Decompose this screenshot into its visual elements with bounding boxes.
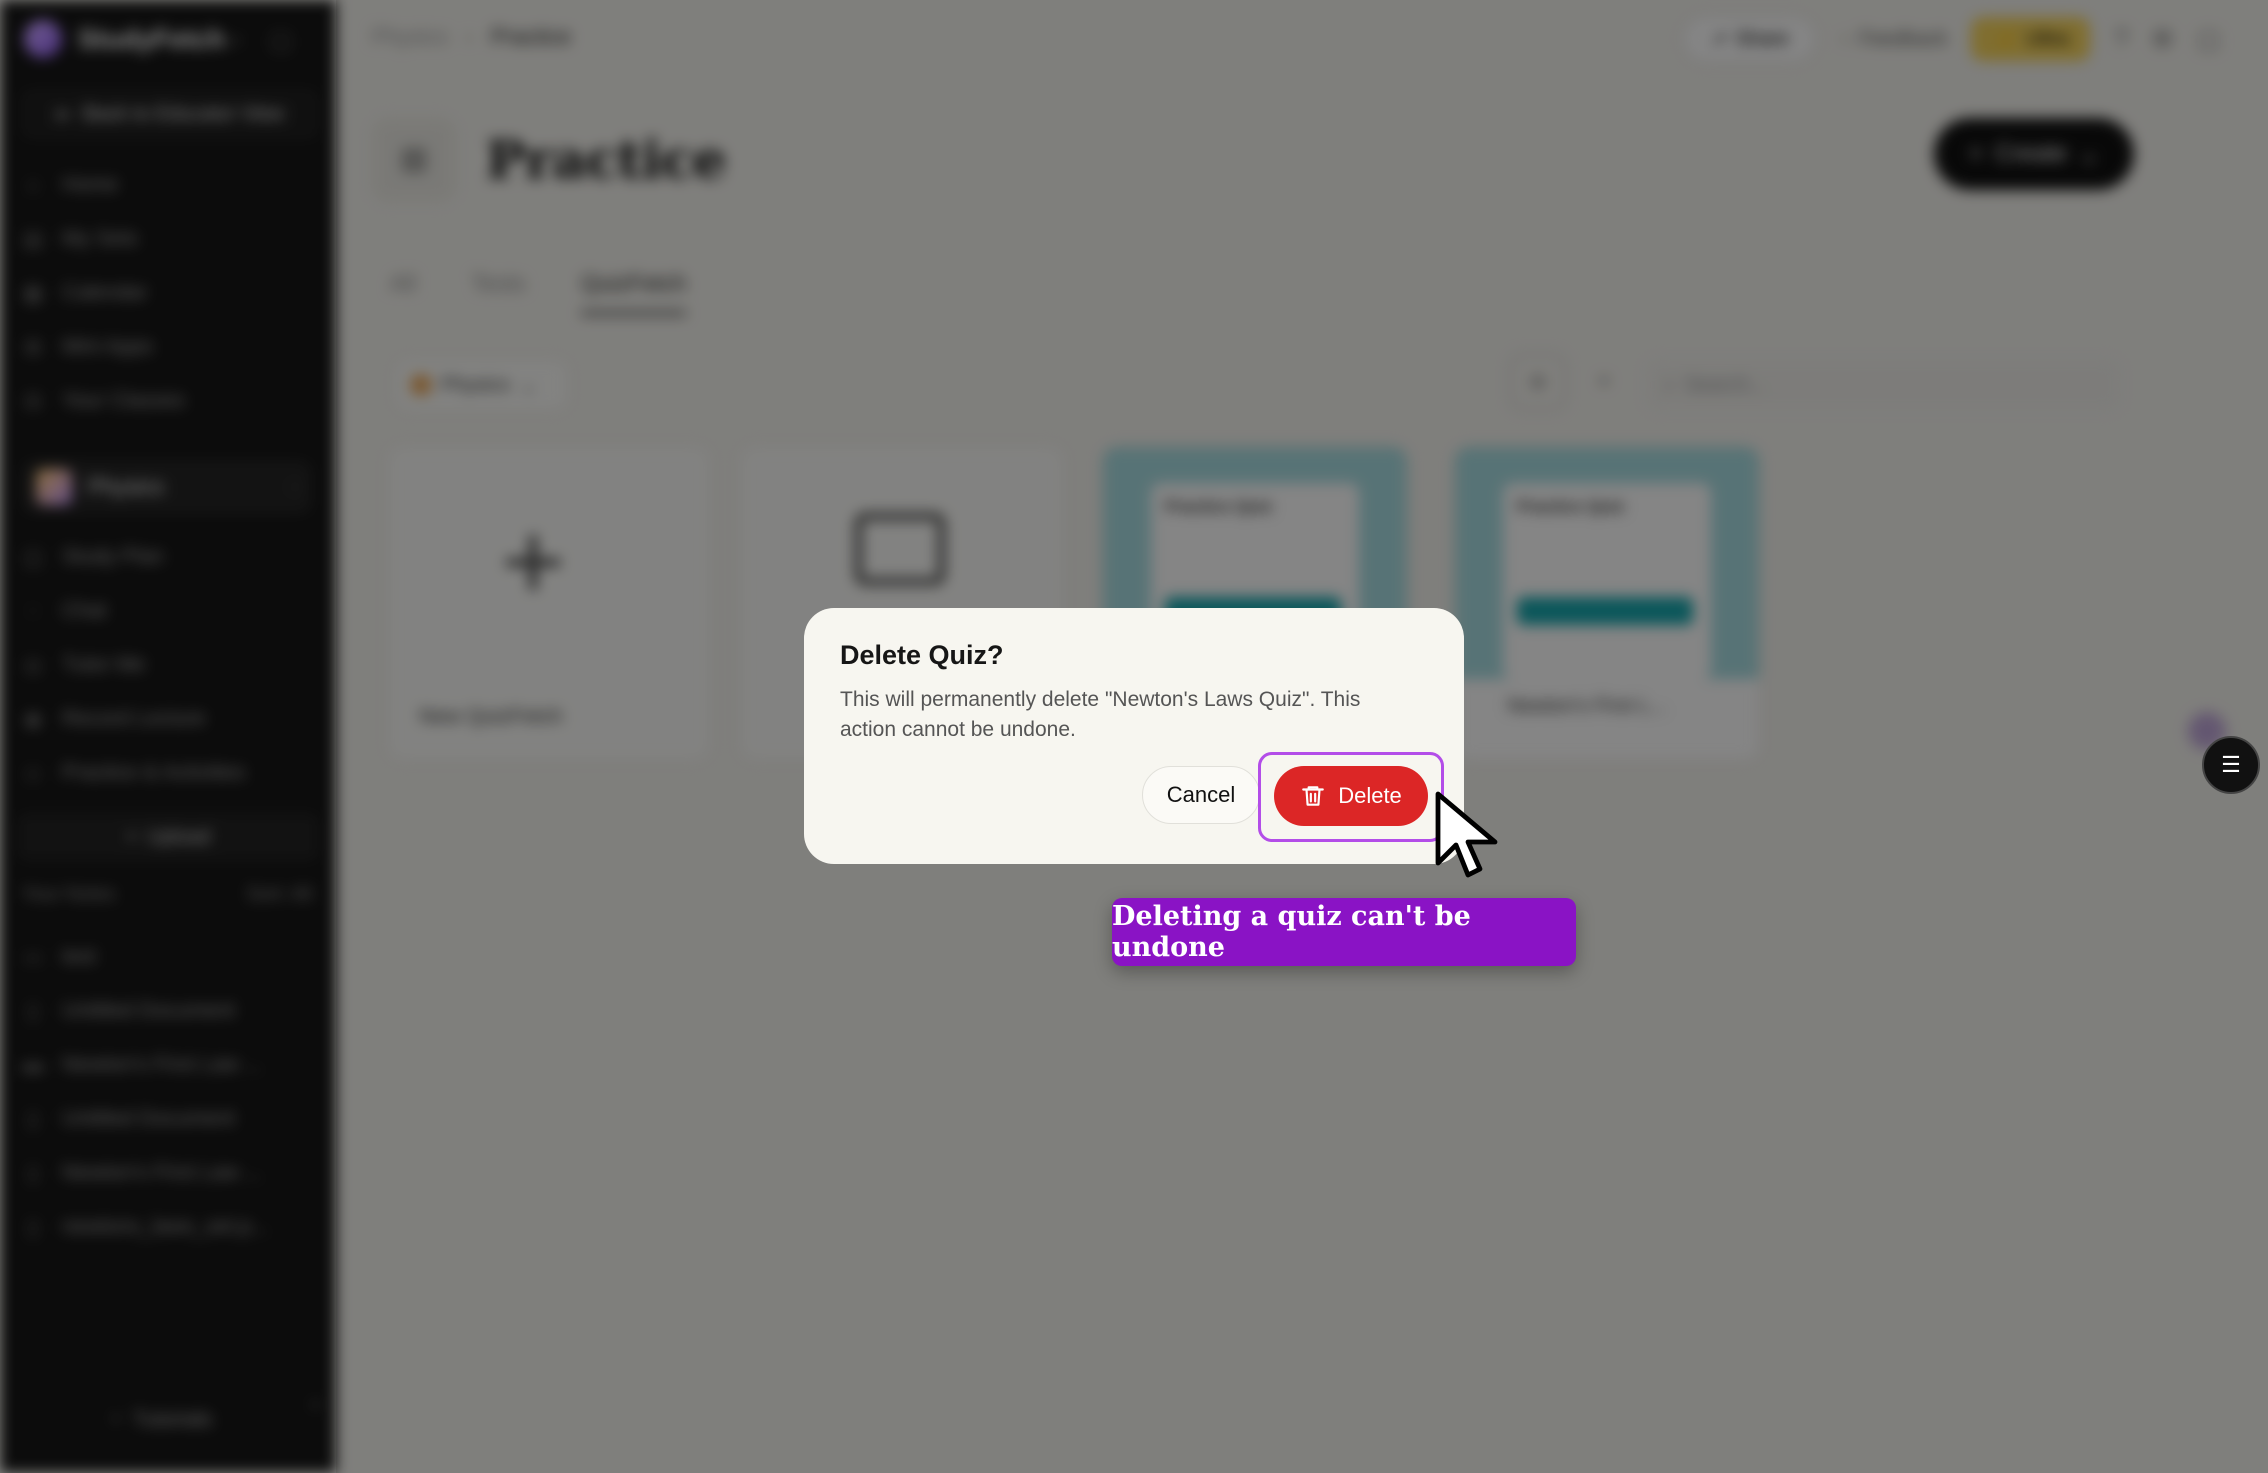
annotation-tooltip: Deleting a quiz can't be undone bbox=[1112, 898, 1576, 966]
cancel-button[interactable]: Cancel bbox=[1142, 766, 1260, 824]
delete-dialog: Delete Quiz? This will permanently delet… bbox=[804, 608, 1464, 864]
mouse-cursor-icon bbox=[1435, 791, 1498, 878]
trash-icon bbox=[1302, 786, 1325, 806]
delete-label: Delete bbox=[1338, 783, 1402, 808]
delete-button[interactable]: Delete bbox=[1274, 766, 1428, 826]
sidebar-dim bbox=[0, 0, 336, 1473]
checklist-icon: ☰ bbox=[2221, 752, 2241, 777]
dialog-title: Delete Quiz? bbox=[840, 640, 1004, 670]
checklist-button[interactable]: ☰ bbox=[2202, 736, 2260, 794]
dialog-message: This will permanently delete "Newton's L… bbox=[840, 688, 1361, 741]
